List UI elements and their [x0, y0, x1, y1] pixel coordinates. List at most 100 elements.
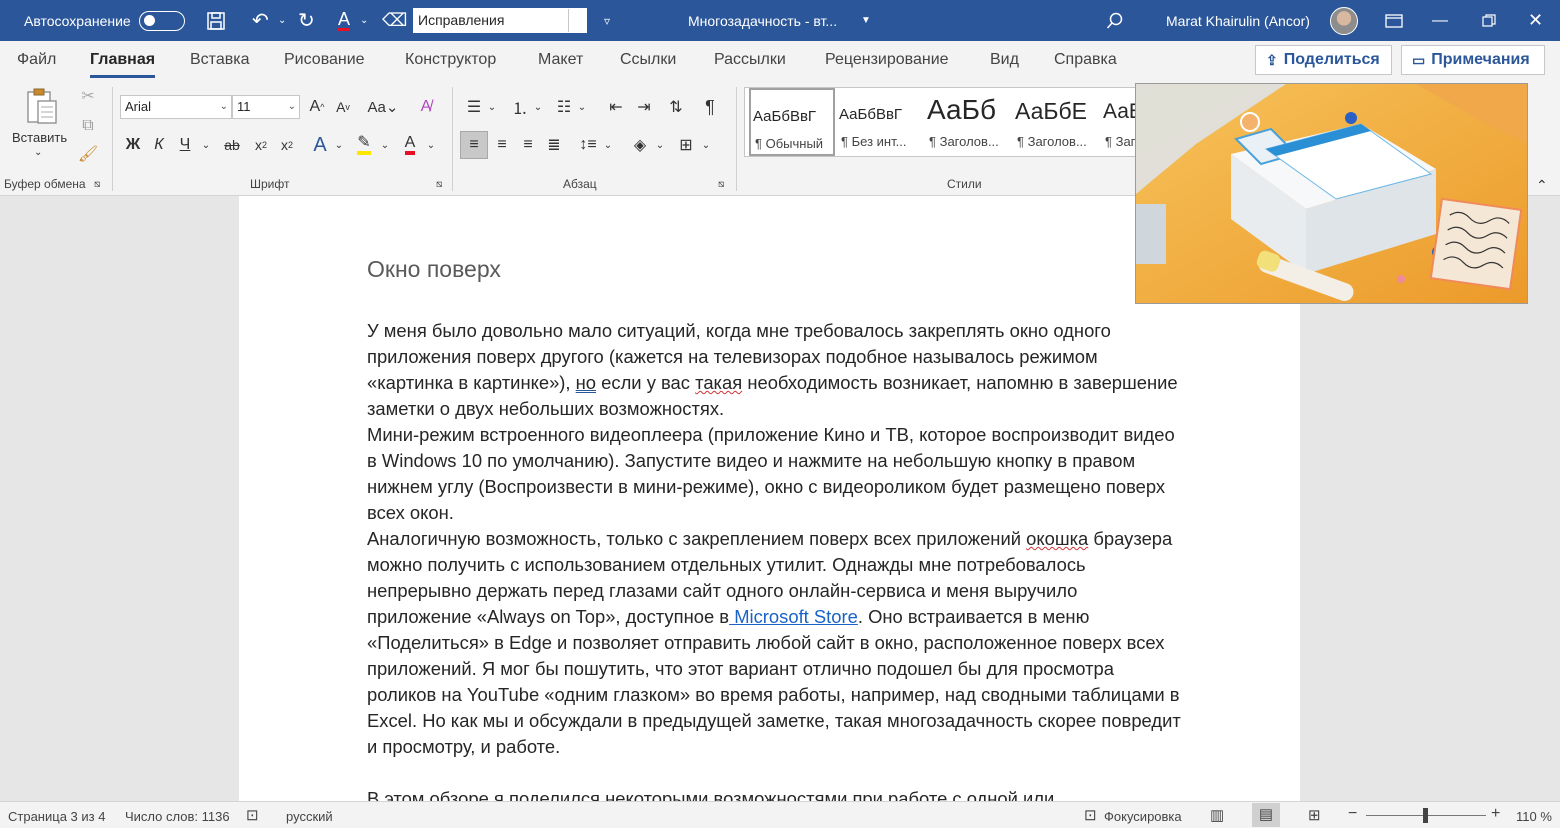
align-center-icon[interactable]: ≡ [490, 133, 514, 157]
collapse-ribbon-icon[interactable]: ⌃ [1536, 177, 1548, 194]
styles-gallery[interactable]: АаБбВвГ ¶ Обычный АаБбВвГ ¶ Без инт... А… [744, 87, 1144, 157]
autosave-toggle[interactable] [138, 10, 185, 31]
superscript-icon[interactable]: x2 [276, 133, 298, 157]
pip-video-window[interactable] [1135, 83, 1528, 304]
format-painter-icon[interactable]: 🖌 [78, 143, 98, 165]
zoom-level[interactable]: 110 % [1516, 809, 1552, 824]
user-name[interactable]: Marat Khairulin (Ancor) [1166, 0, 1310, 41]
zoom-in-icon[interactable]: + [1491, 805, 1500, 823]
web-layout-icon[interactable]: ⊞ [1308, 806, 1321, 824]
paragraph[interactable]: У меня было довольно мало ситуаций, когд… [367, 318, 1187, 422]
line-spacing-dropdown-icon[interactable]: ⌄ [602, 133, 614, 157]
align-right-icon[interactable]: ≡ [516, 133, 540, 157]
show-marks-icon[interactable]: ¶ [698, 95, 722, 119]
paragraph[interactable]: В этом обзоре я поделился некоторыми воз… [367, 786, 1187, 801]
clipboard-launcher-icon[interactable]: ⧅ [94, 179, 100, 190]
proofing-icon[interactable]: ⊡ [246, 806, 259, 824]
justify-icon[interactable]: ≣ [542, 133, 566, 157]
bullets-icon[interactable]: ☰ [462, 95, 486, 119]
zoom-out-icon[interactable]: − [1348, 805, 1357, 823]
multilevel-dropdown-icon[interactable]: ⌄ [576, 95, 588, 119]
read-mode-icon[interactable]: ▥ [1210, 806, 1224, 824]
title-dropdown-icon[interactable]: ▼ [861, 0, 871, 41]
share-button[interactable]: ⇪ Поделиться [1255, 45, 1392, 75]
document-title[interactable]: Многозадачность - вт... [688, 0, 837, 41]
redo-icon[interactable]: ↻ [298, 0, 315, 41]
tab-mailings[interactable]: Рассылки [714, 51, 786, 69]
undo-icon[interactable]: ↶ [252, 0, 269, 41]
tab-design[interactable]: Конструктор [405, 51, 496, 69]
numbering-icon[interactable]: ⒈ [508, 95, 532, 119]
paste-label[interactable]: Вставить [12, 130, 67, 145]
subscript-icon[interactable]: x2 [250, 133, 272, 157]
font-launcher-icon[interactable]: ⧅ [436, 179, 442, 190]
paragraph[interactable]: Мини-режим встроенного видеоплеера (прил… [367, 422, 1187, 526]
tab-file[interactable]: Файл [17, 51, 56, 69]
shading-icon[interactable]: ◈ [628, 133, 652, 157]
numbering-dropdown-icon[interactable]: ⌄ [532, 95, 544, 119]
focus-mode-label[interactable]: Фокусировка [1104, 809, 1182, 824]
document-heading[interactable]: Окно поверх [367, 256, 501, 283]
font-color-icon[interactable]: A [398, 133, 422, 157]
tab-draw[interactable]: Рисование [284, 51, 365, 69]
font-color-dropdown-icon[interactable]: ⌄ [360, 0, 368, 41]
document-body[interactable]: У меня было довольно мало ситуаций, когд… [367, 318, 1187, 801]
shrink-font-icon[interactable]: Av [332, 95, 354, 119]
borders-dropdown-icon[interactable]: ⌄ [700, 133, 712, 157]
bullets-dropdown-icon[interactable]: ⌄ [486, 95, 498, 119]
paste-dropdown-icon[interactable]: ⌄ [34, 147, 42, 158]
cut-icon[interactable]: ✂ [78, 85, 98, 107]
line-spacing-icon[interactable]: ↕≡ [576, 133, 600, 157]
highlight-icon[interactable]: ✎ [352, 133, 376, 157]
italic-icon[interactable]: К [148, 133, 170, 157]
grow-font-icon[interactable]: A ^ [306, 95, 328, 119]
avatar[interactable] [1330, 6, 1358, 35]
decrease-indent-icon[interactable]: ⇤ [604, 95, 628, 119]
paragraph-launcher-icon[interactable]: ⧅ [718, 179, 724, 190]
customize-qat-icon[interactable]: ▿ [604, 0, 610, 41]
microsoft-store-link[interactable]: Microsoft Store [729, 606, 858, 627]
multilevel-list-icon[interactable]: ☷ [552, 95, 576, 119]
font-size-combo[interactable]: 11 ⌄ [232, 95, 300, 119]
paragraph[interactable]: Аналогичную возможность, только с закреп… [367, 526, 1187, 760]
font-name-combo[interactable]: Arial ⌄ [120, 95, 232, 119]
tab-home[interactable]: Главная [90, 51, 156, 78]
highlight-dropdown-icon[interactable]: ⌄ [378, 133, 392, 157]
word-count[interactable]: Число слов: 1136 [125, 809, 230, 824]
clear-formatting-icon[interactable]: A̸ [414, 95, 438, 119]
style-normal[interactable]: АаБбВвГ ¶ Обычный [749, 88, 835, 156]
shading-dropdown-icon[interactable]: ⌄ [654, 133, 666, 157]
style-heading-1[interactable]: АаБб ¶ Заголов... [925, 88, 1011, 156]
underline-dropdown-icon[interactable]: ⌄ [199, 133, 213, 157]
undo-dropdown-icon[interactable]: ⌄ [278, 0, 286, 41]
align-left-icon[interactable]: ≡ [460, 131, 488, 159]
tab-help[interactable]: Справка [1054, 51, 1117, 69]
print-layout-icon[interactable]: ▤ [1252, 803, 1280, 827]
text-effects-icon[interactable]: A [308, 133, 332, 157]
paste-icon[interactable] [22, 85, 62, 129]
tab-view[interactable]: Вид [990, 51, 1019, 69]
tab-insert[interactable]: Вставка [190, 51, 249, 69]
text-effects-dropdown-icon[interactable]: ⌄ [332, 133, 346, 157]
close-icon[interactable]: ✕ [1528, 0, 1543, 41]
ribbon-display-options-icon[interactable] [1385, 0, 1403, 41]
restore-icon[interactable] [1482, 0, 1496, 41]
borders-icon[interactable]: ⊞ [674, 133, 698, 157]
copy-icon[interactable]: ⧉ [78, 115, 98, 137]
language-indicator[interactable]: русский [286, 809, 333, 824]
focus-icon[interactable]: ⊡ [1084, 806, 1097, 824]
style-no-spacing[interactable]: АаБбВвГ ¶ Без инт... [837, 88, 923, 156]
change-case-icon[interactable]: Aa⌄ [364, 95, 402, 119]
font-color-dropdown-icon[interactable]: ⌄ [424, 133, 438, 157]
save-icon[interactable] [206, 0, 226, 41]
tab-references[interactable]: Ссылки [620, 51, 676, 69]
page-count[interactable]: Страница 3 из 4 [8, 809, 105, 824]
strikethrough-icon[interactable]: ab [220, 133, 244, 157]
eraser-icon[interactable]: ⌫ [382, 0, 407, 41]
increase-indent-icon[interactable]: ⇥ [632, 95, 656, 119]
search-icon[interactable] [1106, 0, 1124, 41]
autosave-control[interactable]: Автосохранение [24, 0, 185, 41]
font-color-quick-icon[interactable]: A [338, 0, 351, 41]
search-input[interactable]: Исправления [413, 8, 587, 33]
bold-icon[interactable]: Ж [122, 133, 144, 157]
